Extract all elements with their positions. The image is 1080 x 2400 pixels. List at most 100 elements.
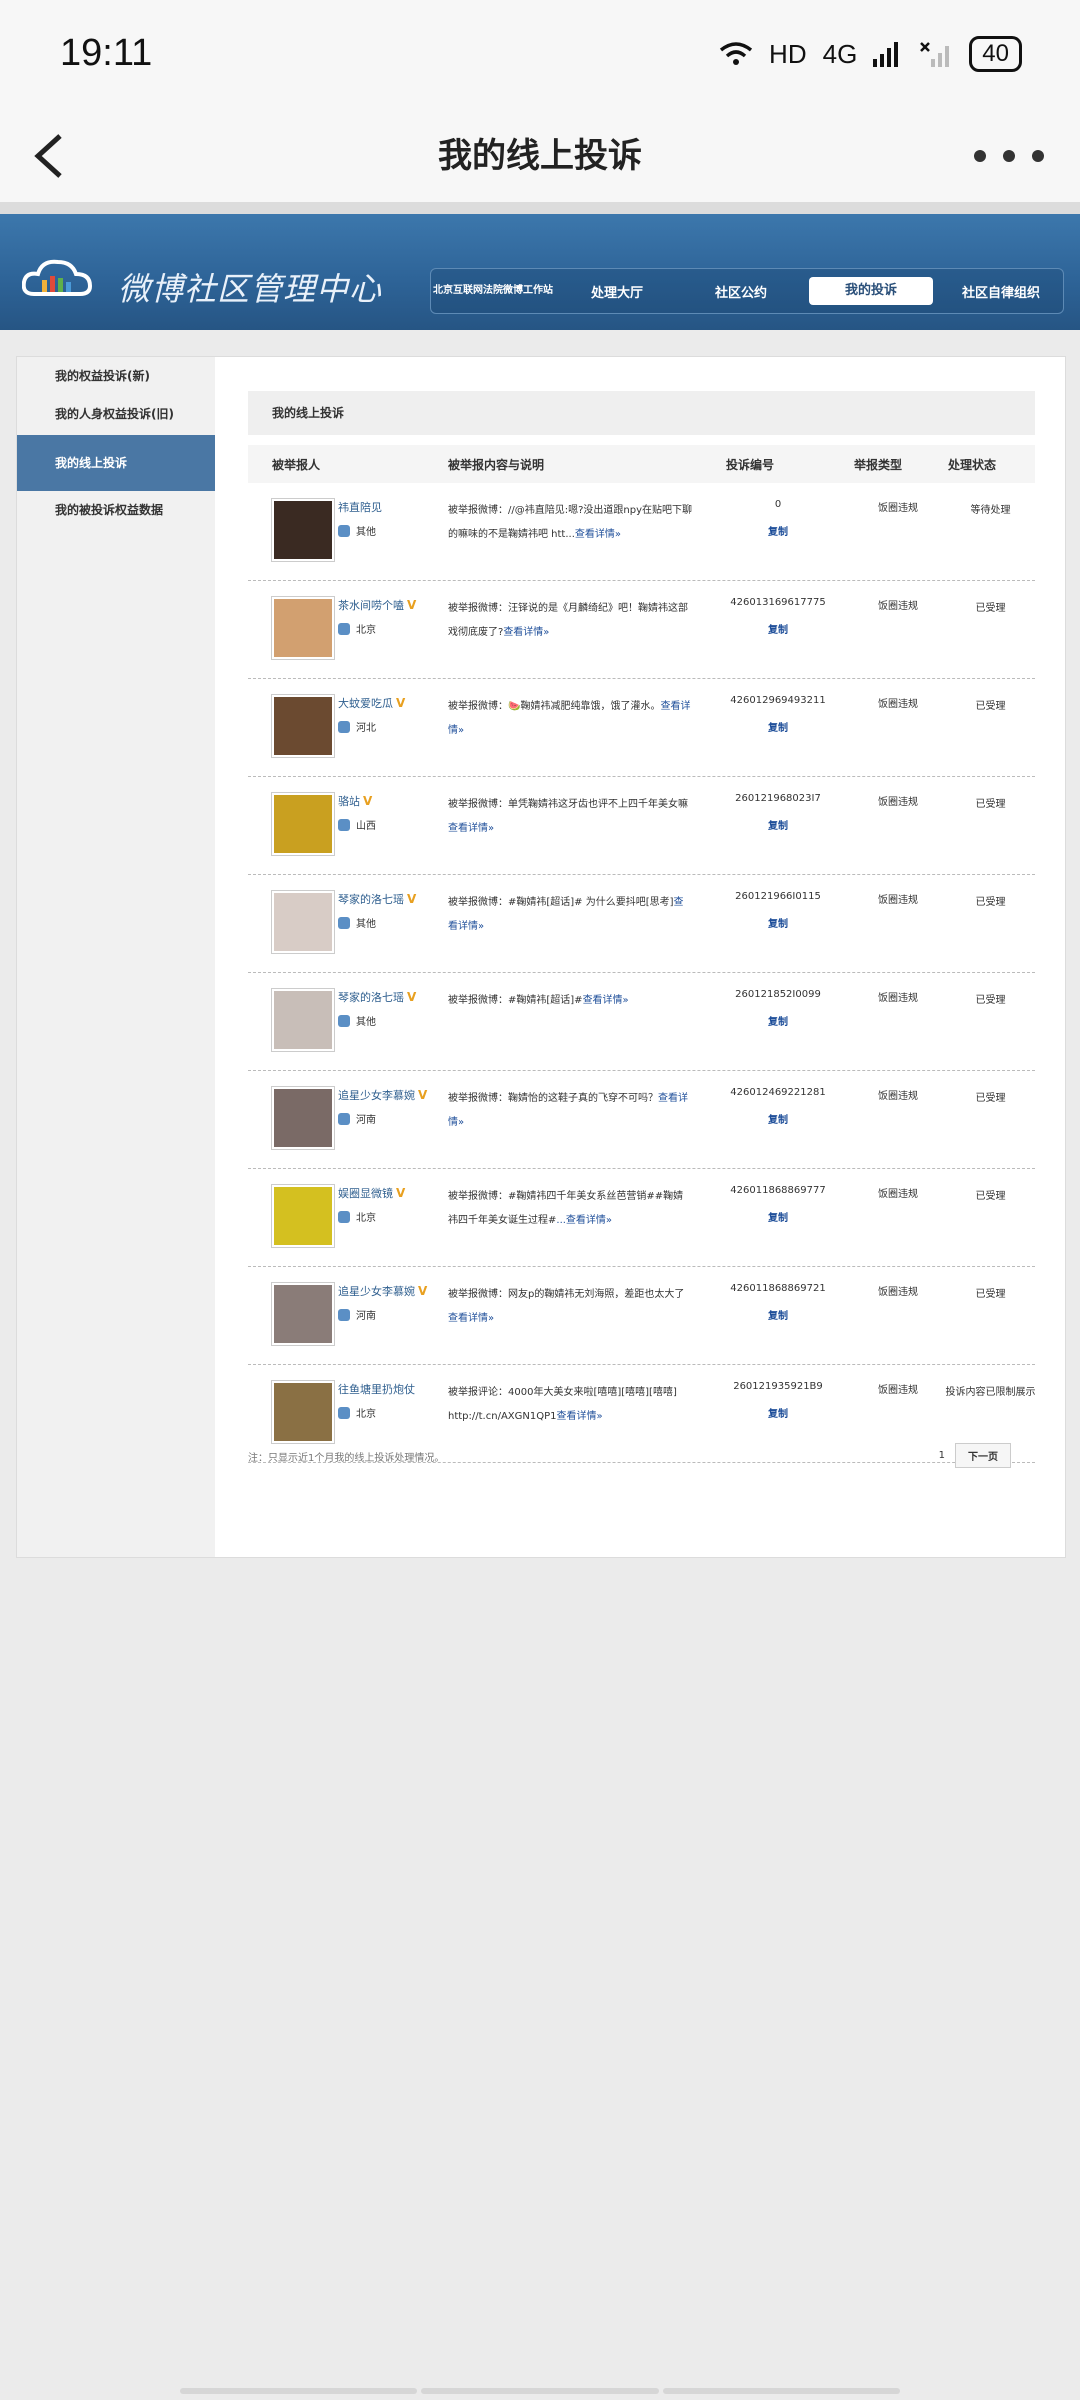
view-details-link[interactable]: 查看详情» <box>448 823 494 834</box>
copy-button[interactable]: 复制 <box>708 523 848 538</box>
user-name-text[interactable]: 追星少女李慕婉 <box>338 1089 415 1102</box>
view-details-link[interactable]: 查看详情» <box>448 1313 494 1324</box>
copy-button[interactable]: 复制 <box>708 1307 848 1322</box>
process-status: 已受理 <box>975 701 1006 712</box>
complaint-description: 被举报微博：🍉鞠婧祎减肥纯靠饿，饿了灌水。查看详情» <box>448 695 693 743</box>
copy-button[interactable]: 复制 <box>708 1013 848 1028</box>
table-row: 追星少女李慕婉 V 河南 被举报微博：网友p的鞠婧祎无刘海照，差距也太大了查看详情» 4… <box>248 1267 1035 1365</box>
main-panel: 我的权益投诉(新) 我的人身权益投诉(旧) 我的线上投诉 我的被投诉权益数据 我… <box>16 356 1066 1558</box>
copy-button[interactable]: 复制 <box>708 719 848 734</box>
copy-button[interactable]: 复制 <box>708 1209 848 1224</box>
next-page-button[interactable]: 下一页 <box>955 1443 1011 1468</box>
reported-user-name[interactable]: 骆站 V <box>338 793 372 809</box>
reported-user-name[interactable]: 往鱼塘里扔炮仗 <box>338 1381 415 1397</box>
copy-button[interactable]: 复制 <box>708 1111 848 1126</box>
section-title: 我的线上投诉 <box>248 391 1035 435</box>
cloud-logo-icon <box>22 259 92 296</box>
reported-user-name[interactable]: 追星少女李慕婉 V <box>338 1087 427 1103</box>
view-details-link[interactable]: 查看详情» <box>583 995 629 1006</box>
sidebar-item-personal-rights[interactable]: 我的人身权益投诉(旧) <box>17 405 215 422</box>
reported-user-name[interactable]: 琴家的洛七瑶 V <box>338 989 416 1005</box>
copy-button[interactable]: 复制 <box>708 817 848 832</box>
sidebar-item-rights-new[interactable]: 我的权益投诉(新) <box>17 367 215 384</box>
pagination: 1 下一页 <box>939 1443 1011 1468</box>
user-name-text[interactable]: 娱圈显微镜 <box>338 1187 393 1200</box>
reported-user-name[interactable]: 茶水间唠个嗑 V <box>338 597 416 613</box>
nav-self-discipline[interactable]: 社区自律组织 <box>939 282 1063 301</box>
complaint-description: 被举报微博：汪铎说的是《月麟绮纪》吧！鞠婧祎这部戏彻底废了?查看详情» <box>448 597 693 645</box>
copy-button[interactable]: 复制 <box>708 1405 848 1420</box>
description-text: 被举报微博：#鞠婧祎[超话]# <box>448 995 583 1006</box>
copy-button[interactable]: 复制 <box>708 915 848 930</box>
verified-icon: V <box>407 892 417 906</box>
reported-user-name[interactable]: 娱圈显微镜 V <box>338 1185 405 1201</box>
avatar[interactable] <box>271 792 335 856</box>
view-details-link[interactable]: ...查看详情» <box>556 1215 612 1226</box>
more-dot-icon <box>1032 150 1044 162</box>
status-bar: 19:11 HD 4G 40 <box>0 0 1080 110</box>
table-row: 琴家的洛七瑶 V 其他 被举报微博：#鞠婧祎[超话]#查看详情» 260121852I0… <box>248 973 1035 1071</box>
view-details-link[interactable]: 查看详情» <box>557 1411 603 1422</box>
avatar[interactable] <box>271 988 335 1052</box>
table-row: 祎直陪见其他 被举报微博：//@祎直陪见:嗯?没出道跟npy在贴吧下聊的嘛味的不是… <box>248 483 1035 581</box>
report-type: 饭圈违规 <box>878 1091 918 1102</box>
process-status: 已受理 <box>975 1093 1006 1104</box>
user-location: 其他 <box>338 523 376 538</box>
avatar-image <box>274 893 332 951</box>
more-options-button[interactable] <box>974 110 1044 202</box>
user-name-text[interactable]: 追星少女李慕婉 <box>338 1285 415 1298</box>
complaint-id: 426012469221281 <box>730 1087 826 1098</box>
description-text: 被举报微博：//@祎直陪见:嗯?没出道跟npy在贴吧下聊的嘛味的不是鞠婧祎吧 h… <box>448 505 693 540</box>
nav-court-workstation[interactable]: 北京互联网法院微博工作站 <box>431 285 555 297</box>
location-text: 其他 <box>356 527 376 538</box>
user-name-text[interactable]: 骆站 <box>338 795 360 808</box>
sidebar-item-complained-data[interactable]: 我的被投诉权益数据 <box>17 501 215 518</box>
signal-off-icon <box>920 42 950 67</box>
table-row: 琴家的洛七瑶 V 其他 被举报微博：#鞠婧祎[超话]# 为什么要抖吧[思考]查看详情»… <box>248 875 1035 973</box>
column-header: 举报类型 <box>854 458 903 472</box>
page-number[interactable]: 1 <box>939 1450 945 1461</box>
view-details-link[interactable]: 查看详情» <box>575 529 621 540</box>
user-name-text[interactable]: 琴家的洛七瑶 <box>338 893 404 906</box>
reported-user-name[interactable]: 追星少女李慕婉 V <box>338 1283 427 1299</box>
location-text: 北京 <box>356 1409 376 1420</box>
user-name-text[interactable]: 琴家的洛七瑶 <box>338 991 404 1004</box>
site-banner: 微博社区管理中心 北京互联网法院微博工作站 处理大厅 社区公约 我的投诉 社区自… <box>0 202 1080 330</box>
status-time: 19:11 <box>60 32 153 74</box>
nav-my-complaints[interactable]: 我的投诉 <box>809 277 933 305</box>
verified-icon: V <box>407 598 417 612</box>
sidebar: 我的权益投诉(新) 我的人身权益投诉(旧) 我的线上投诉 我的被投诉权益数据 <box>17 357 215 1557</box>
complaint-id: 426013169617775 <box>730 597 826 608</box>
avatar[interactable] <box>271 1380 335 1444</box>
copy-button[interactable]: 复制 <box>708 621 848 636</box>
avatar[interactable] <box>271 1282 335 1346</box>
user-name-text[interactable]: 祎直陪见 <box>338 501 382 514</box>
user-name-text[interactable]: 往鱼塘里扔炮仗 <box>338 1383 415 1396</box>
table-row: 大蚊爱吃瓜 V 河北 被举报微博：🍉鞠婧祎减肥纯靠饿，饿了灌水。查看详情» 426012… <box>248 679 1035 777</box>
nav-convention[interactable]: 社区公约 <box>679 282 803 301</box>
avatar[interactable] <box>271 498 335 562</box>
reported-user-name[interactable]: 琴家的洛七瑶 V <box>338 891 416 907</box>
reported-user-name[interactable]: 祎直陪见 <box>338 499 382 515</box>
complaint-description: 被举报微博：网友p的鞠婧祎无刘海照，差距也太大了查看详情» <box>448 1283 693 1331</box>
avatar[interactable] <box>271 890 335 954</box>
sidebar-item-online-complaints[interactable]: 我的线上投诉 <box>17 435 215 491</box>
report-type: 饭圈违规 <box>878 797 918 808</box>
avatar[interactable] <box>271 1086 335 1150</box>
nav-hall[interactable]: 处理大厅 <box>555 282 679 301</box>
avatar[interactable] <box>271 596 335 660</box>
avatar-image <box>274 1187 332 1245</box>
user-name-text[interactable]: 大蚊爱吃瓜 <box>338 697 393 710</box>
column-header: 投诉编号 <box>726 458 775 472</box>
complaint-description: 被举报微博：单凭鞠婧祎这牙齿也评不上四千年美女嘛查看详情» <box>448 793 693 841</box>
user-name-text[interactable]: 茶水间唠个嗑 <box>338 599 404 612</box>
reported-user-name[interactable]: 大蚊爱吃瓜 V <box>338 695 405 711</box>
chevron-left-icon <box>34 134 62 178</box>
user-icon <box>338 623 350 635</box>
verified-icon: V <box>407 990 417 1004</box>
avatar[interactable] <box>271 1184 335 1248</box>
avatar[interactable] <box>271 694 335 758</box>
verified-icon: V <box>418 1088 428 1102</box>
back-button[interactable] <box>28 110 88 202</box>
view-details-link[interactable]: 查看详情» <box>503 627 549 638</box>
